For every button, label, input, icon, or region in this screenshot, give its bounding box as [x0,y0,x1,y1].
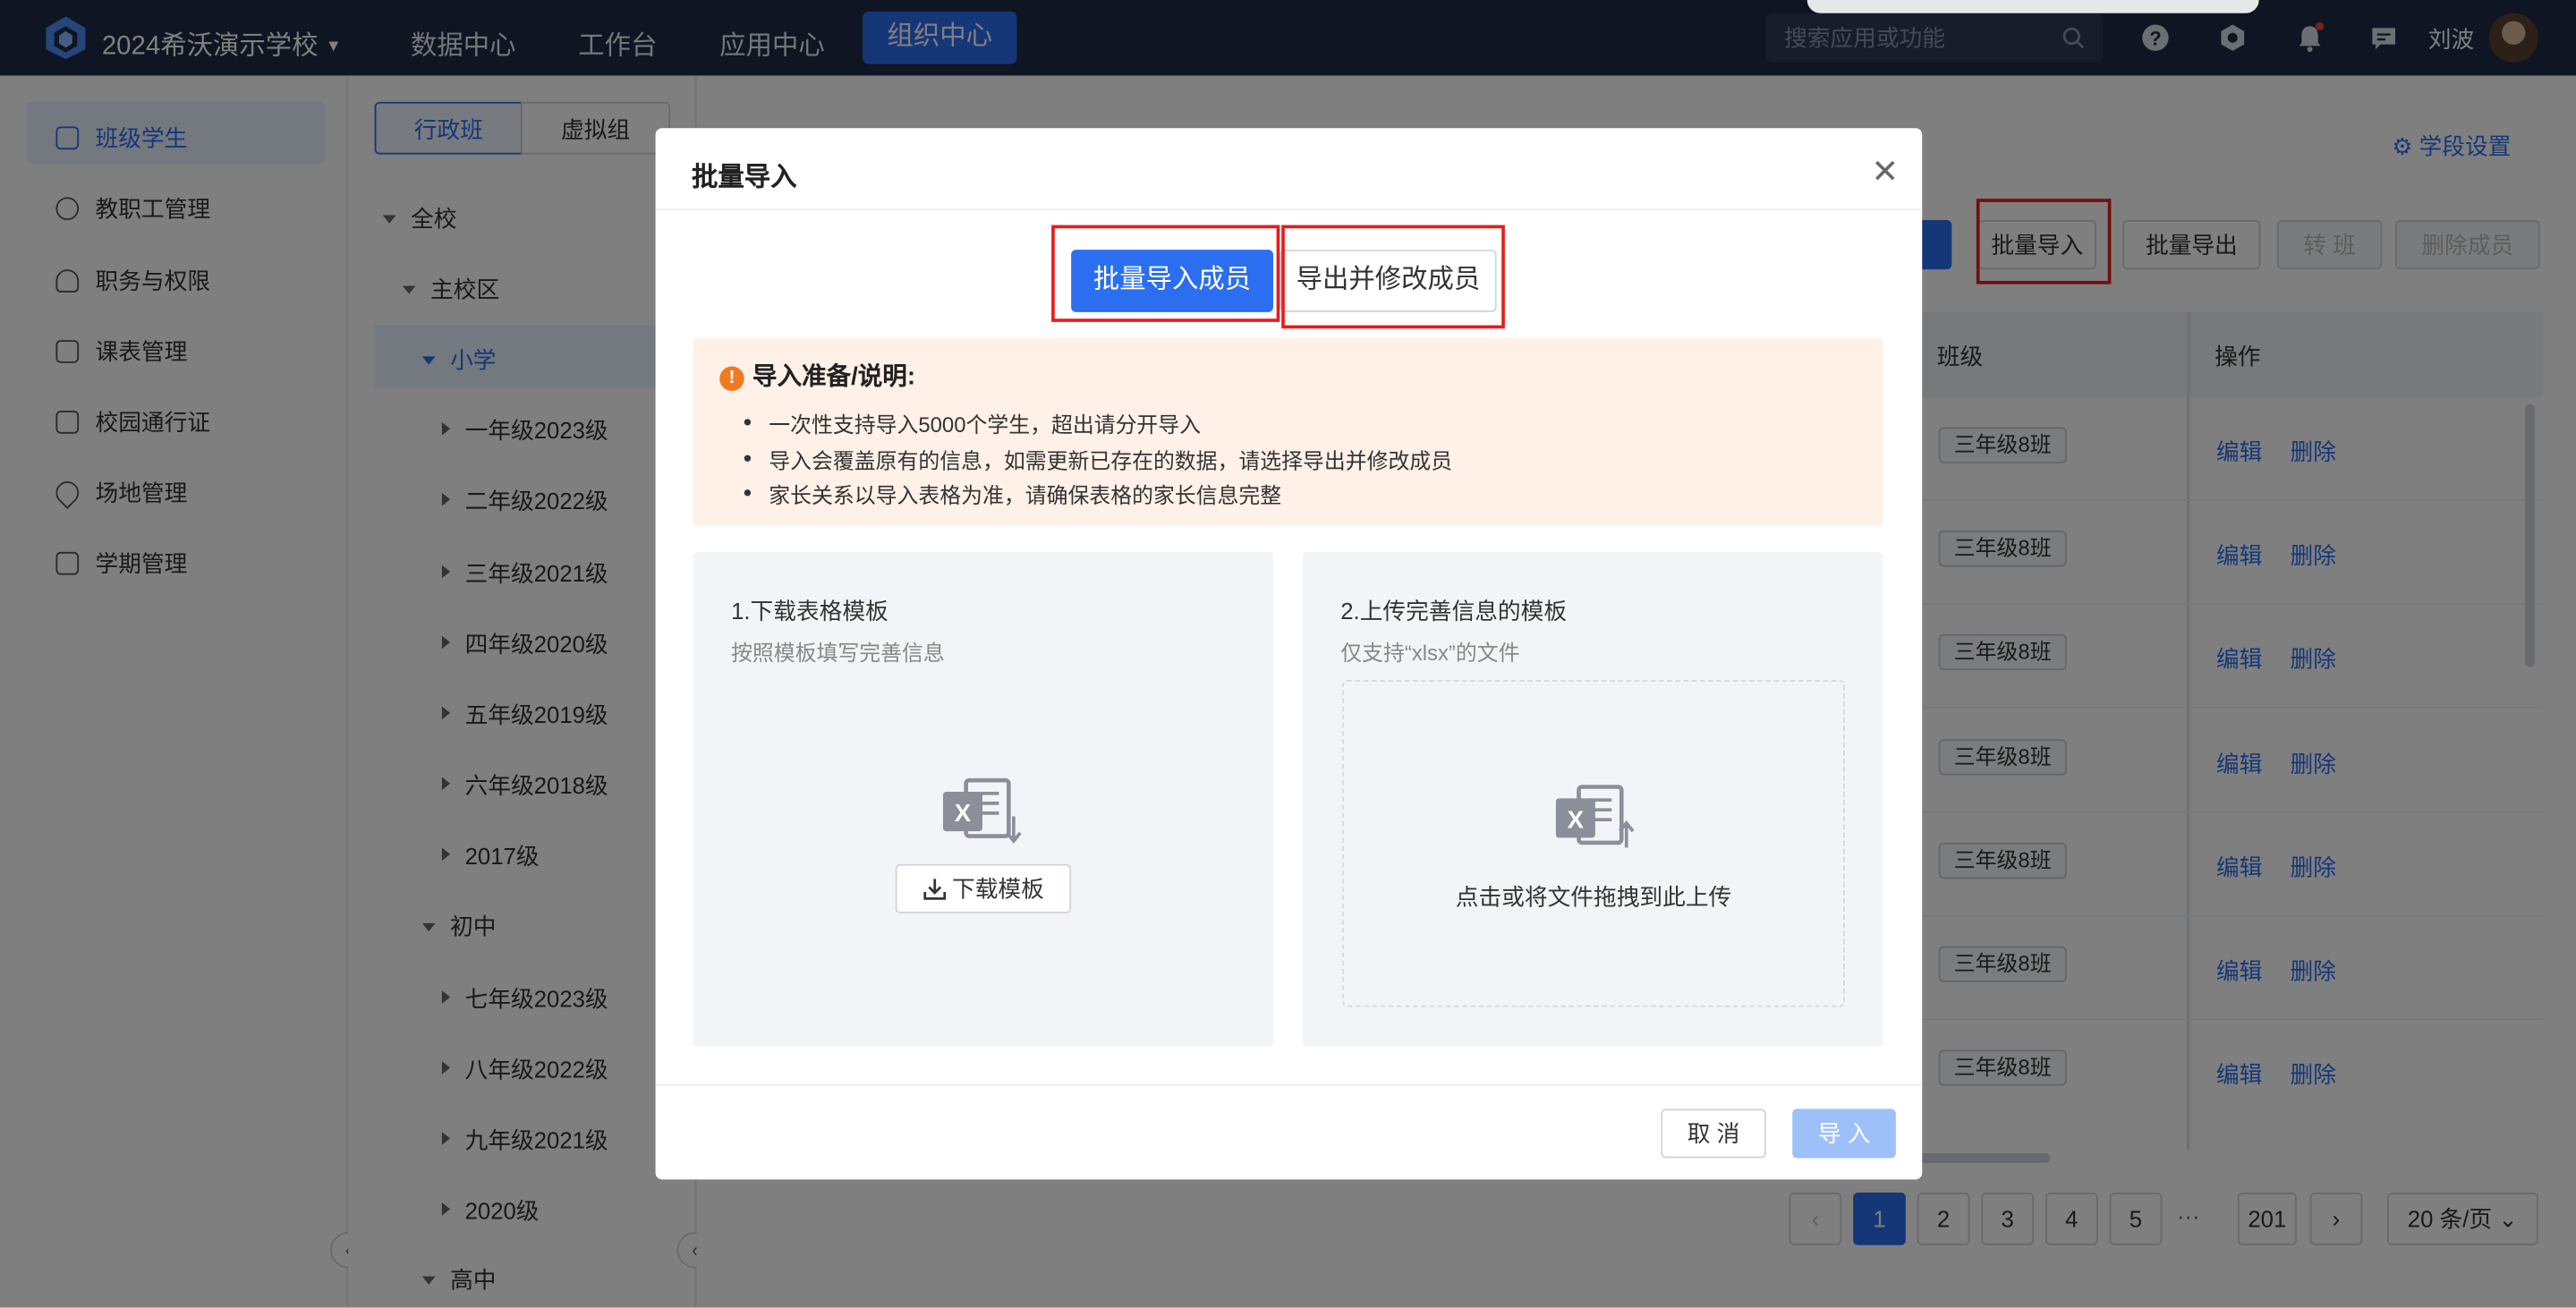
step1-subtitle: 按照模板填写完善信息 [731,641,945,666]
import-button[interactable]: 导 入 [1792,1108,1896,1159]
download-template-button[interactable]: 下载模板 [895,863,1072,913]
divider [655,1083,1923,1086]
svg-text:X: X [1568,805,1585,833]
highlight-box [1051,225,1280,322]
upload-dropzone[interactable]: X 点击或将文件拖拽到此上传 [1342,680,1845,1007]
excel-download-icon: X [942,777,1022,845]
notice-item: 家长关系以导入表格为准，请确保表格的家长信息完整 [744,478,1281,509]
upload-hint: 点击或将文件拖拽到此上传 [1455,883,1732,911]
download-template-panel: 1.下载表格模板 按照模板填写完善信息 X [693,551,1273,1047]
warning-icon: ! [719,366,744,391]
floating-toolbar-partial [1807,0,2259,13]
notice-item: 导入会覆盖原有的信息，如需更新已存在的数据，请选择导出并修改成员 [744,444,1452,475]
svg-text:X: X [955,799,972,827]
close-icon[interactable]: ✕ [1871,151,1899,192]
step1-title: 1.下载表格模板 [731,598,888,624]
divider [655,208,1923,211]
download-template-label: 下载模板 [952,875,1044,903]
notice-item: 一次性支持导入5000个学生，超出请分开导入 [744,407,1201,438]
dialog-title: 批量导入 [691,164,797,192]
notice-title-text: 导入准备/说明: [752,362,916,391]
notice-title: ! 导入准备/说明: [719,358,915,393]
step2-title: 2.上传完善信息的模板 [1340,598,1568,624]
notice-box: ! 导入准备/说明: 一次性支持导入5000个学生，超出请分开导入 导入会覆盖原有… [693,338,1883,526]
step2-subtitle: 仅支持“xlsx”的文件 [1340,641,1520,666]
excel-upload-icon: X [1555,785,1635,848]
batch-import-dialog: 批量导入 ✕ 批量导入成员 导出并修改成员 ! 导入准备/说明: 一次性支持导入5… [655,128,1923,1180]
highlight-box [1281,225,1505,329]
cancel-button[interactable]: 取 消 [1661,1108,1766,1159]
download-icon [922,879,946,900]
